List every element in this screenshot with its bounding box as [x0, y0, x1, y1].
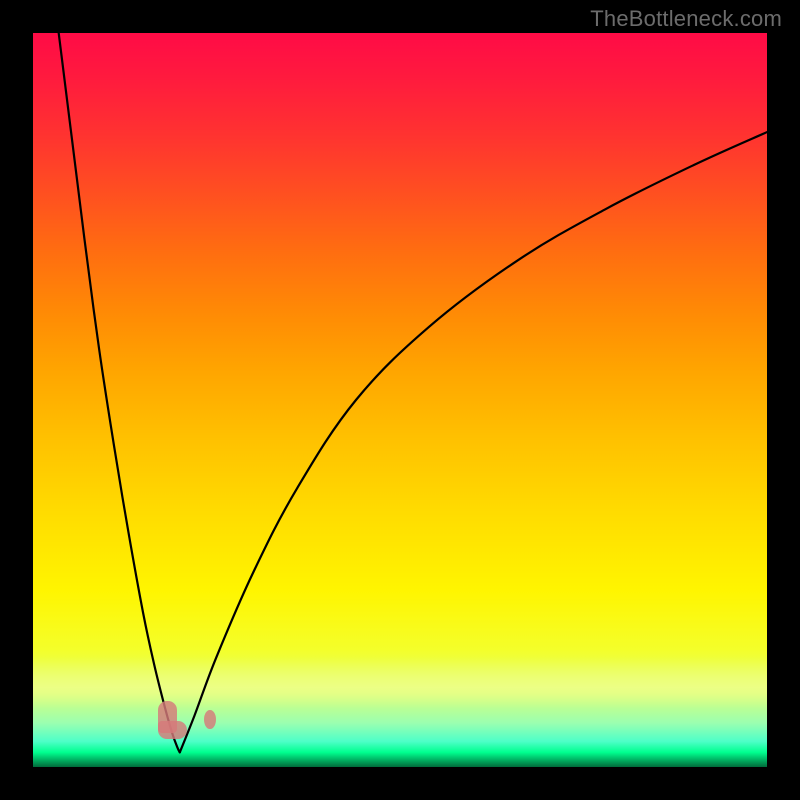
- marker-dot: [204, 710, 216, 729]
- curve-left-branch: [59, 33, 180, 752]
- plot-area: [33, 33, 767, 767]
- bottleneck-curves: [33, 33, 767, 767]
- watermark-text: TheBottleneck.com: [590, 6, 782, 32]
- canvas-frame: TheBottleneck.com: [0, 0, 800, 800]
- curve-right-branch: [180, 132, 767, 752]
- marker-L-horizontal: [158, 721, 187, 739]
